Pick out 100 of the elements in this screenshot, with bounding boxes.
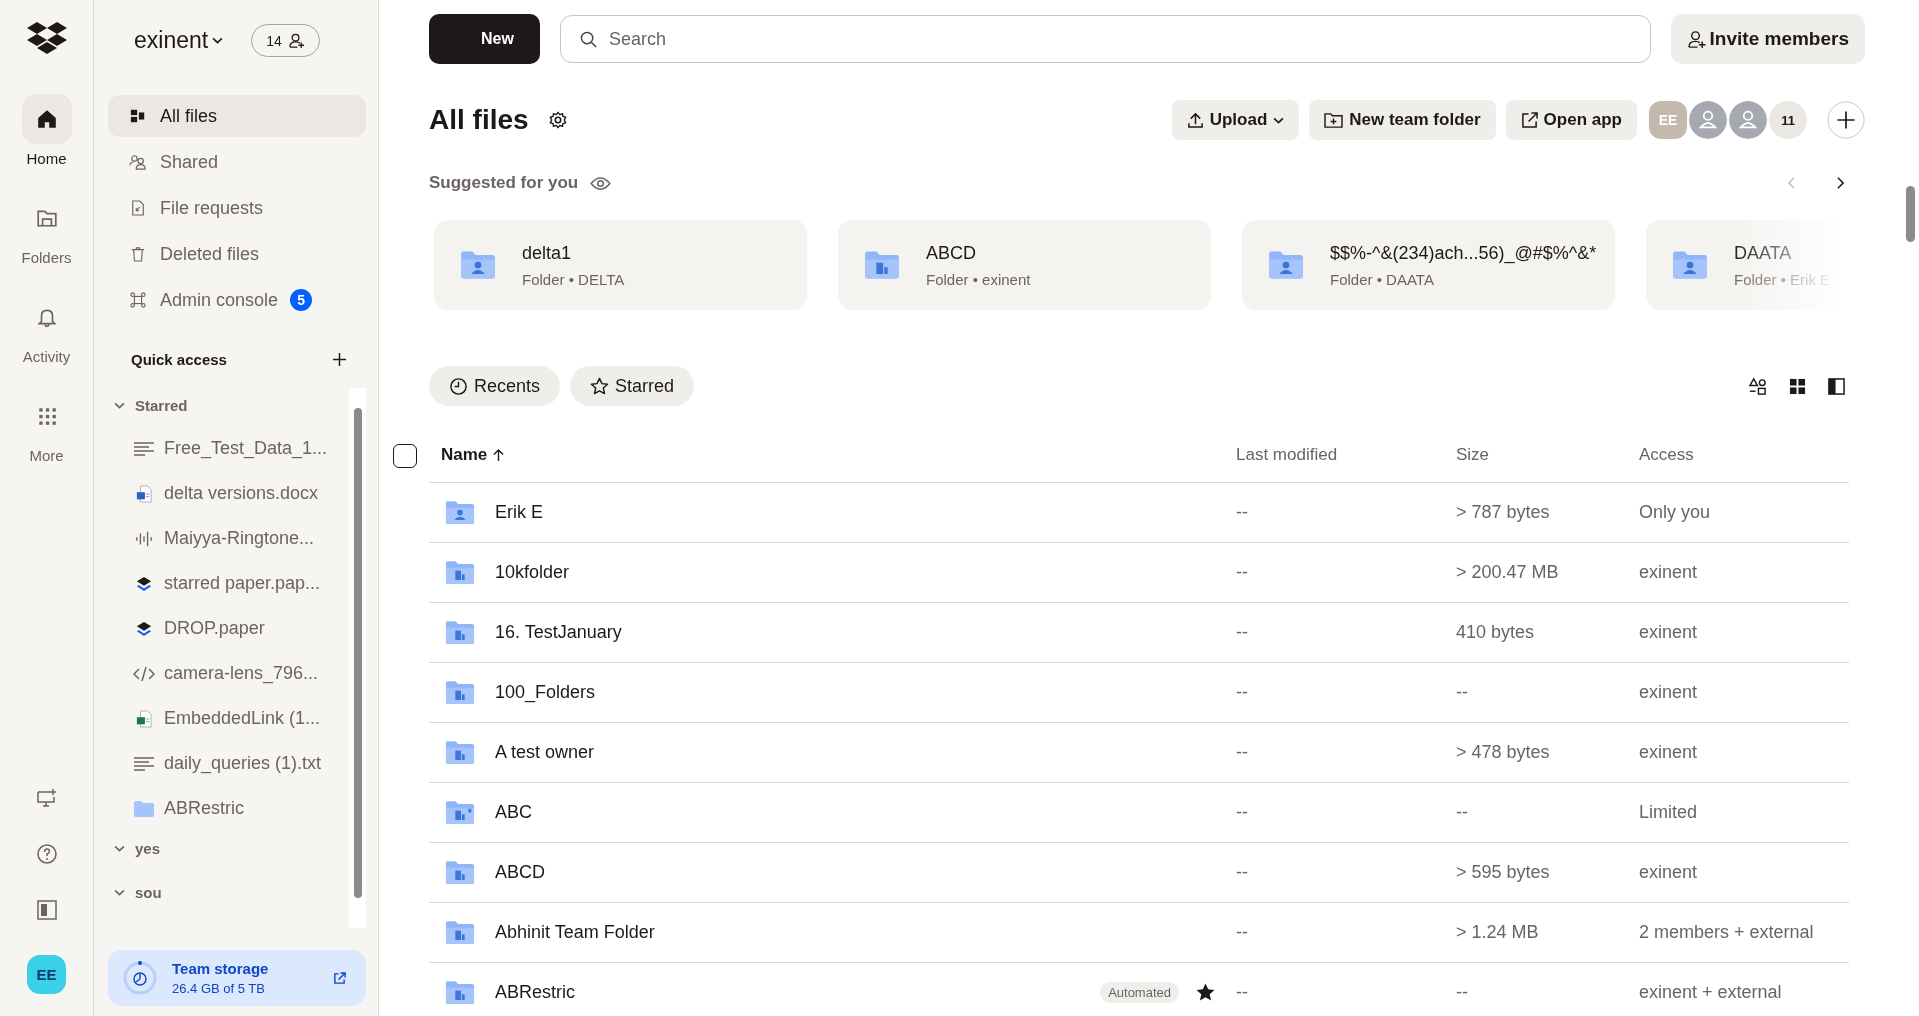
file-name[interactable]: Erik E xyxy=(495,502,543,523)
quick-access-item[interactable]: delta versions.docx xyxy=(108,471,349,516)
column-header[interactable]: Access xyxy=(1639,428,1849,483)
status-badge: Automated xyxy=(1100,982,1179,1003)
add-person-icon xyxy=(287,32,305,49)
folder-name: $$%-^&(234)ach...56)_@#$%^&* xyxy=(1330,242,1597,264)
shapes-icon[interactable] xyxy=(1748,376,1767,396)
suggested-folder-card[interactable]: delta1 Folder • DELTA xyxy=(434,220,807,310)
folder-icon xyxy=(445,980,475,1005)
nav-item[interactable]: Deleted files xyxy=(108,233,366,275)
file-name[interactable]: ABCD xyxy=(495,862,545,883)
external-link-icon[interactable] xyxy=(333,971,346,985)
desktop-add-icon[interactable] xyxy=(35,787,58,809)
next-icon[interactable] xyxy=(1836,176,1845,190)
action-button[interactable]: Upload xyxy=(1171,100,1300,140)
filter-chip[interactable]: Starred xyxy=(570,366,695,406)
quick-access-item[interactable]: Free_Test_Data_1... xyxy=(108,426,349,471)
settings-icon[interactable] xyxy=(548,111,567,129)
folder-icon xyxy=(445,860,475,885)
add-icon[interactable] xyxy=(333,353,346,366)
file-name[interactable]: ABC xyxy=(495,802,532,823)
folder-add-icon xyxy=(1324,111,1344,129)
clock-icon xyxy=(449,376,468,396)
folder-detail: Folder • exinent xyxy=(926,270,1031,288)
nav-item[interactable]: Shared xyxy=(108,141,366,183)
file-name[interactable]: 16. TestJanuary xyxy=(495,622,622,643)
file-request-icon xyxy=(131,200,145,216)
quick-access-item[interactable]: Maiyya-Ringtone... xyxy=(108,516,349,561)
quick-access-item[interactable]: DROP.paper xyxy=(108,606,349,651)
table-cell: -- xyxy=(1236,723,1456,783)
table-cell: -- xyxy=(1236,963,1456,1016)
section-toggle[interactable]: sou xyxy=(108,875,349,909)
file-name[interactable]: 100_Folders xyxy=(495,682,596,703)
admin-icon xyxy=(130,292,146,308)
file-name[interactable]: 10kfolder xyxy=(495,562,570,583)
section-toggle[interactable]: Starred xyxy=(108,388,349,422)
action-button[interactable]: Open app xyxy=(1505,100,1637,140)
quick-access-item[interactable]: camera-lens_796... xyxy=(108,651,349,696)
table-cell: -- xyxy=(1236,483,1456,543)
panel-icon[interactable] xyxy=(1828,377,1845,395)
member-count[interactable]: 11 xyxy=(1769,101,1807,139)
file-name[interactable]: ABRestric xyxy=(495,982,575,1003)
file-name[interactable]: A test owner xyxy=(495,742,595,763)
table-cell: exinent xyxy=(1639,843,1849,903)
nav-item[interactable]: Admin console 5 xyxy=(108,279,366,321)
star-icon xyxy=(590,376,610,396)
folder-icon xyxy=(1672,250,1708,280)
folder-icon xyxy=(1268,250,1304,280)
rail-item[interactable]: Activity xyxy=(21,292,72,365)
search-field[interactable]: Search xyxy=(560,15,1651,63)
select-all-checkbox[interactable] xyxy=(393,443,417,468)
people-icon xyxy=(129,154,147,170)
rail-item[interactable]: More xyxy=(21,391,72,464)
help-icon[interactable] xyxy=(35,843,58,865)
suggested-folder-card[interactable]: $$%-^&(234)ach...56)_@#$%^&* Folder • DAATA xyxy=(1242,220,1615,310)
new-button[interactable]: New xyxy=(429,14,540,64)
quick-access-item[interactable]: ABRestric xyxy=(108,786,349,831)
action-button[interactable]: New team folder xyxy=(1309,100,1496,140)
suggested-folder-card[interactable]: ABCD Folder • exinent xyxy=(838,220,1211,310)
folder-icon xyxy=(134,800,154,817)
text-file-icon xyxy=(133,755,155,772)
spreadsheet-icon xyxy=(136,709,152,728)
quick-access-item[interactable]: EmbeddedLink (1... xyxy=(108,696,349,741)
folder-name: ABCD xyxy=(926,242,977,264)
invite-members-button[interactable]: Invite members xyxy=(1670,14,1865,64)
table-cell: 2 members + external xyxy=(1639,903,1849,963)
user-avatar[interactable]: EE xyxy=(27,955,66,994)
column-header[interactable]: Size xyxy=(1456,428,1639,483)
rail-item[interactable]: Folders xyxy=(21,193,72,266)
section-title: Suggested for you xyxy=(429,173,579,193)
eye-icon[interactable] xyxy=(590,175,612,191)
storage-meter-icon xyxy=(122,960,158,996)
table-cell: exinent xyxy=(1639,543,1849,603)
nav-item[interactable]: File requests xyxy=(108,187,366,229)
folder-icon xyxy=(445,680,475,705)
file-name[interactable]: Abhinit Team Folder xyxy=(495,922,655,943)
storage-card[interactable]: Team storage 26.4 GB of 5 TB xyxy=(108,950,366,1006)
folder-icon xyxy=(864,250,900,280)
folder-icon xyxy=(445,740,475,765)
folder-name: delta1 xyxy=(522,242,573,264)
column-header[interactable]: Name xyxy=(429,428,1236,483)
quick-access-item[interactable]: starred paper.pap... xyxy=(108,561,349,606)
nav-item[interactable]: All files xyxy=(108,95,366,137)
folder-icon xyxy=(445,500,475,525)
count-badge: 5 xyxy=(290,289,313,311)
folder-icon xyxy=(445,920,475,945)
column-header[interactable]: Last modified xyxy=(1236,428,1456,483)
filter-chip[interactable]: Recents xyxy=(429,366,561,406)
scrollbar[interactable] xyxy=(349,388,366,928)
star-icon[interactable] xyxy=(1195,982,1216,1003)
table-cell: -- xyxy=(1456,963,1639,1016)
section-toggle[interactable]: yes xyxy=(108,831,349,865)
text-file-icon xyxy=(133,440,155,457)
grid-view-icon[interactable] xyxy=(1789,377,1806,395)
logo-icon[interactable] xyxy=(26,22,67,56)
chevron-down-icon xyxy=(114,844,125,852)
table-cell: -- xyxy=(1236,543,1456,603)
quick-access-item[interactable]: daily_queries (1).txt xyxy=(108,741,349,786)
table-cell: -- xyxy=(1456,663,1639,723)
team-switcher[interactable]: exinent xyxy=(134,27,224,54)
